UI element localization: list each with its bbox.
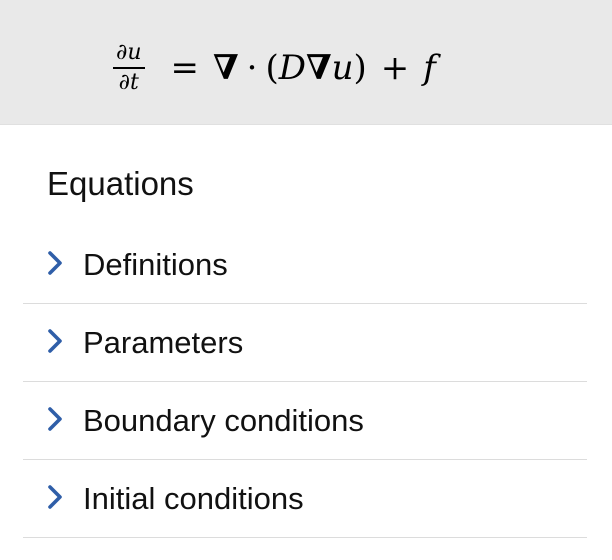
accordion-item-boundary-conditions[interactable]: Boundary conditions bbox=[23, 382, 587, 460]
chevron-right-icon bbox=[48, 328, 62, 353]
equation-header: ∂u ∂t = ∇ · ( D ∇ u ) + f bbox=[0, 0, 612, 125]
plus-sign: + bbox=[380, 48, 410, 88]
accordion-label: Parameters bbox=[83, 324, 244, 360]
nabla-operator-inner: ∇ bbox=[306, 48, 332, 88]
time-derivative-fraction: ∂u ∂t bbox=[113, 42, 145, 94]
chevron-right-icon bbox=[48, 406, 62, 431]
source-term: f bbox=[423, 48, 436, 88]
equals-sign: = bbox=[170, 48, 200, 88]
fraction-numerator: ∂u bbox=[116, 40, 142, 65]
chevron-right-icon bbox=[48, 484, 62, 509]
equations-accordion: Definitions Parameters Boundary conditio… bbox=[23, 226, 587, 538]
open-paren: ( bbox=[265, 48, 279, 88]
accordion-item-initial-conditions[interactable]: Initial conditions bbox=[23, 460, 587, 538]
nabla-operator: ∇ bbox=[213, 48, 239, 88]
dot-operator: · bbox=[246, 48, 258, 88]
accordion-item-parameters[interactable]: Parameters bbox=[23, 304, 587, 382]
close-paren: ) bbox=[353, 48, 367, 88]
section-title: Equations bbox=[47, 165, 194, 202]
fraction-denominator: ∂t bbox=[118, 70, 139, 95]
pde-equation: ∂u ∂t = ∇ · ( D ∇ u ) + f bbox=[113, 38, 436, 98]
accordion-label: Boundary conditions bbox=[83, 402, 364, 438]
variable-u: u bbox=[331, 48, 354, 88]
diffusion-coefficient: D bbox=[278, 48, 306, 88]
accordion-item-definitions[interactable]: Definitions bbox=[23, 226, 587, 304]
chevron-right-icon bbox=[48, 250, 62, 275]
accordion-label: Initial conditions bbox=[83, 480, 304, 516]
accordion-label: Definitions bbox=[83, 246, 228, 282]
